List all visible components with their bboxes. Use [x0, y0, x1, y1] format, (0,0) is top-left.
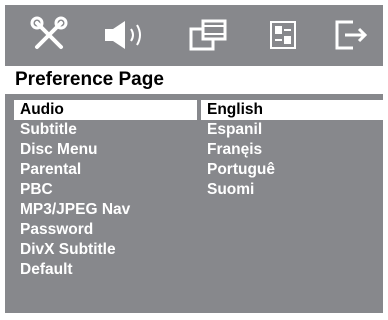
- menu-item-pbc[interactable]: PBC: [14, 180, 197, 200]
- option-espanol[interactable]: Espanil: [201, 120, 383, 140]
- option-francais[interactable]: Franęis: [201, 140, 383, 160]
- preference-sliders-icon[interactable]: [265, 13, 301, 57]
- menu-item-password[interactable]: Password: [14, 220, 197, 240]
- menu-item-divx-subtitle[interactable]: DivX Subtitle: [14, 240, 197, 260]
- page-title: Preference Page: [15, 69, 164, 90]
- exit-icon[interactable]: [329, 13, 373, 57]
- preference-menu: Audio Subtitle Disc Menu Parental PBC MP…: [14, 100, 197, 280]
- speaker-icon[interactable]: [100, 13, 150, 57]
- option-english[interactable]: English: [201, 100, 383, 120]
- tab-icon-bar: [5, 5, 383, 65]
- menu-item-disc-menu[interactable]: Disc Menu: [14, 140, 197, 160]
- menu-item-subtitle[interactable]: Subtitle: [14, 120, 197, 140]
- option-list: English Espanil Franęis Portuguê Suomi: [201, 100, 383, 200]
- menu-item-default[interactable]: Default: [14, 260, 197, 280]
- osd-screen: Preference Page Audio Subtitle Disc Menu…: [5, 5, 383, 313]
- settings-tools-icon[interactable]: [27, 13, 71, 57]
- video-film-icon[interactable]: [187, 13, 231, 57]
- menu-item-mp3-jpeg-nav[interactable]: MP3/JPEG Nav: [14, 200, 197, 220]
- menu-item-parental[interactable]: Parental: [14, 160, 197, 180]
- option-portugues[interactable]: Portuguê: [201, 160, 383, 180]
- menu-item-audio[interactable]: Audio: [14, 100, 197, 120]
- page-header: Preference Page: [5, 66, 383, 94]
- option-suomi[interactable]: Suomi: [201, 180, 383, 200]
